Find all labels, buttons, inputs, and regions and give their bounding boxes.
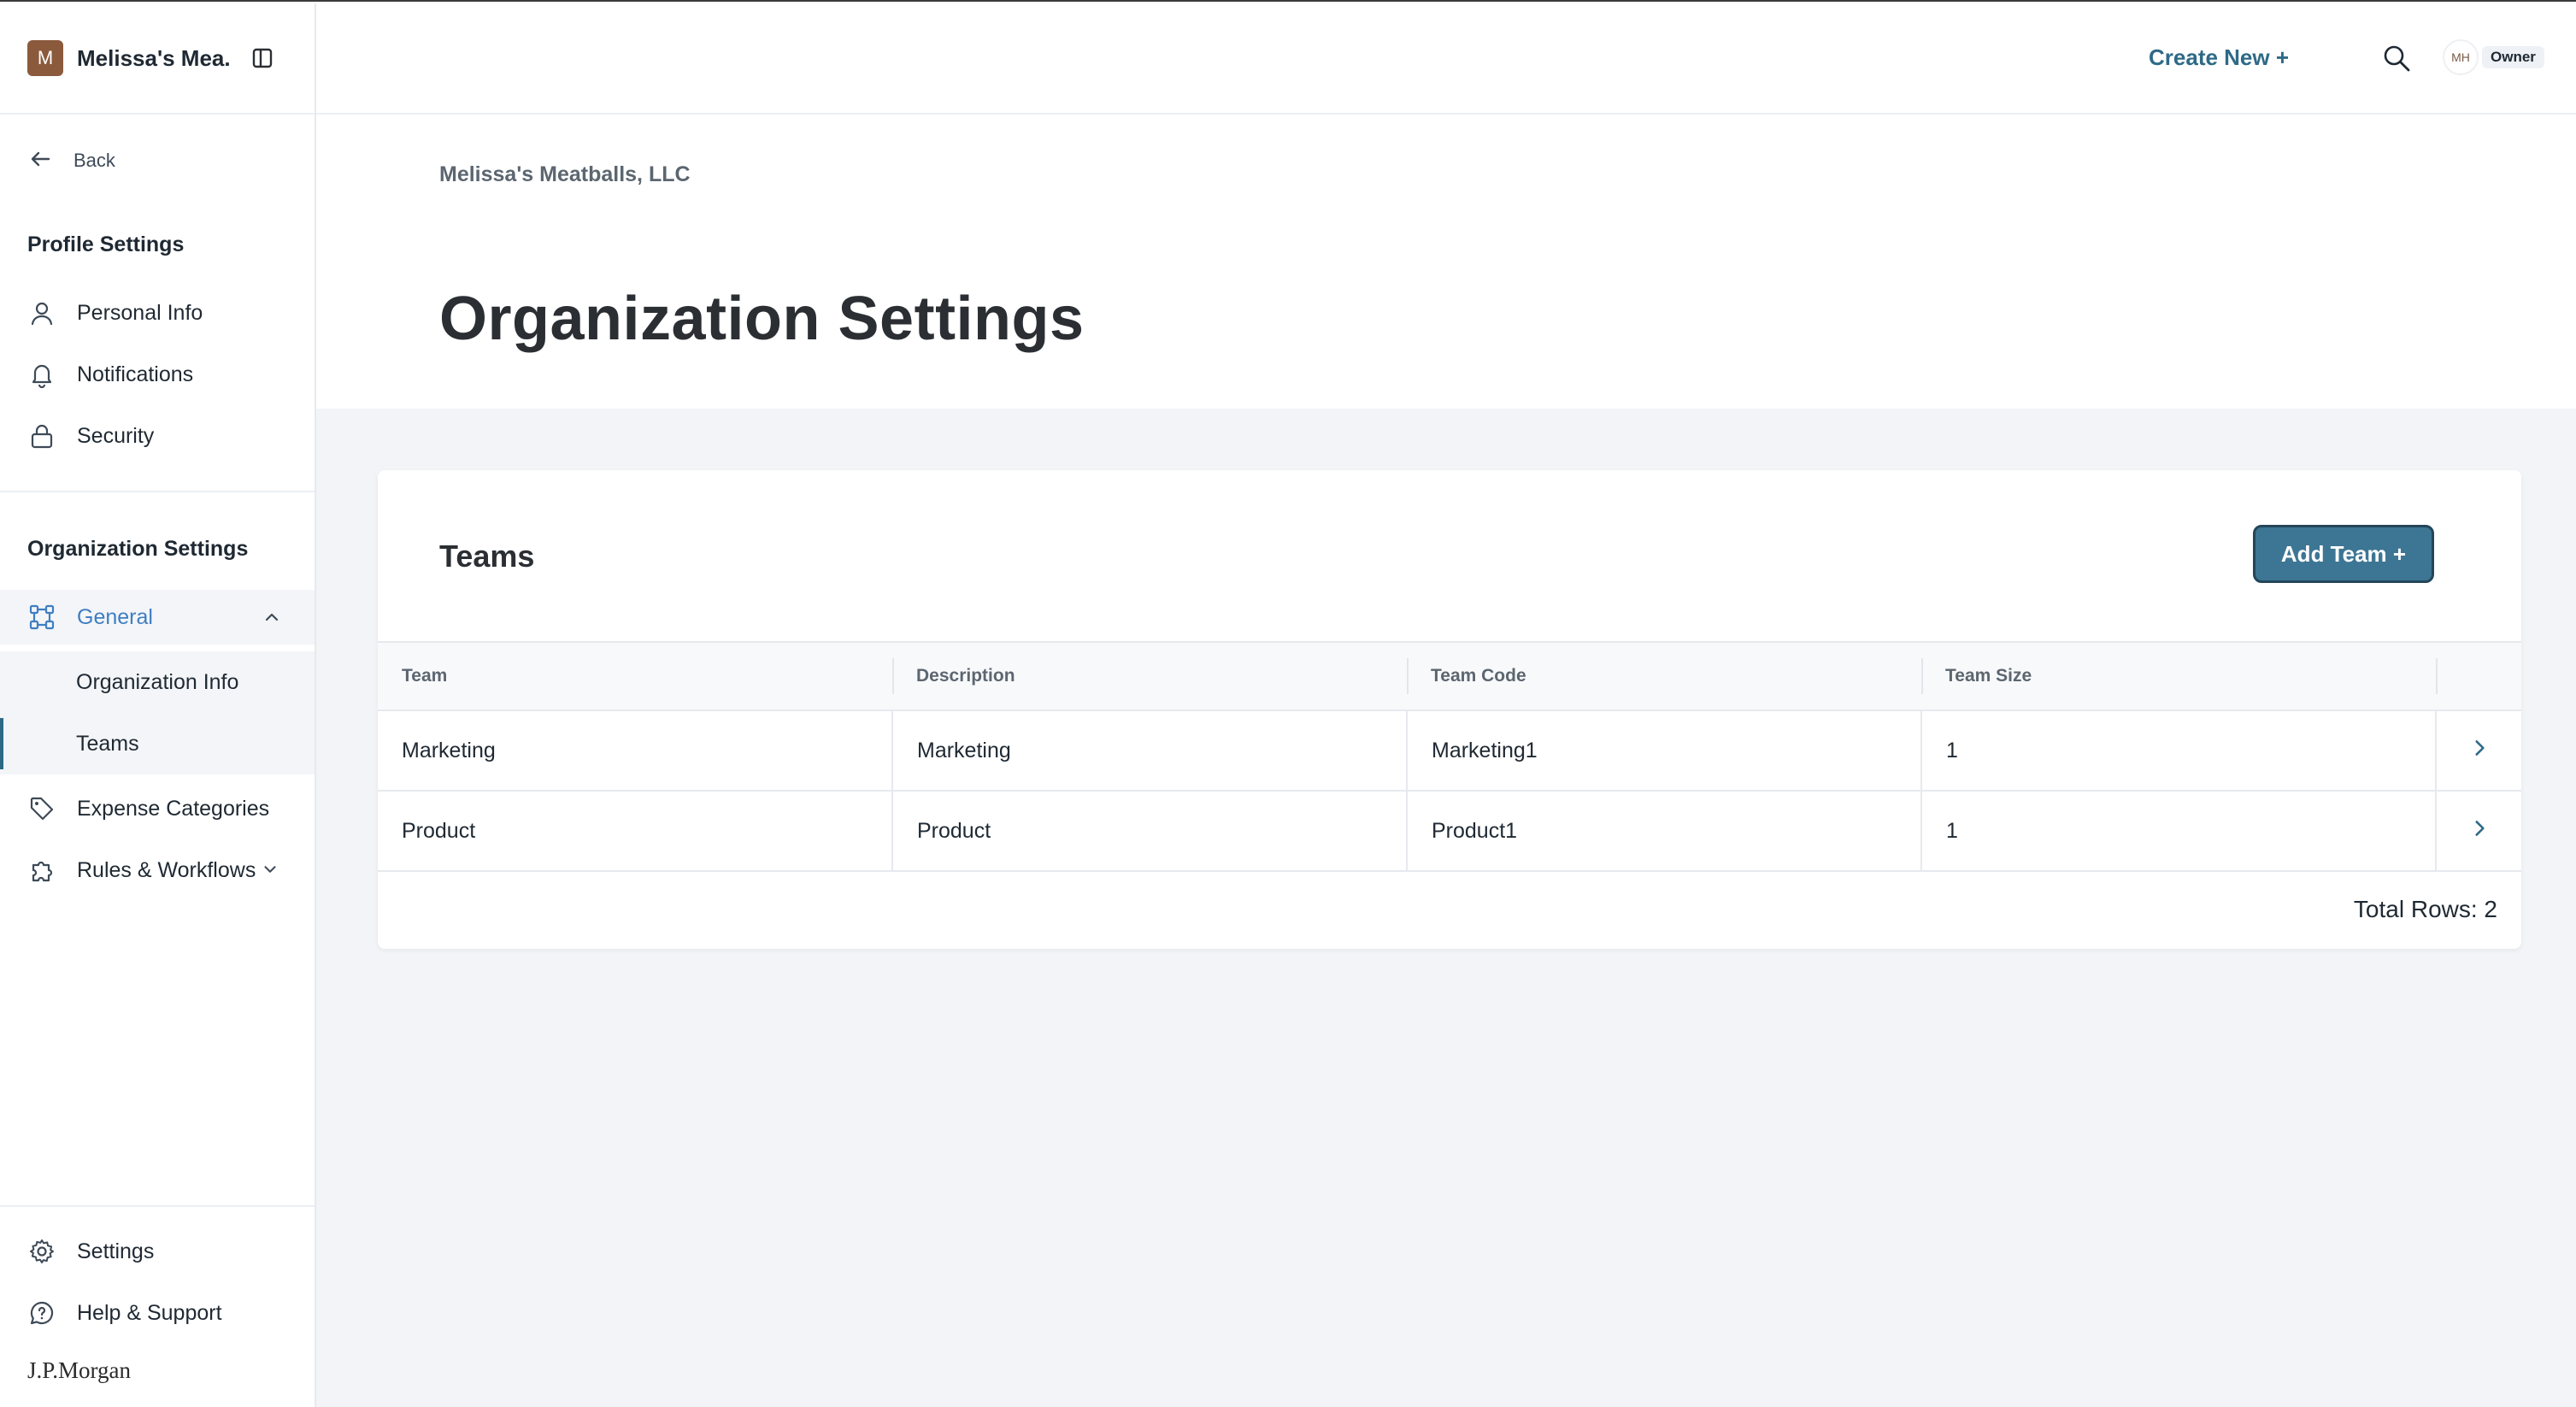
cell-description: Product: [891, 791, 1407, 872]
arrow-left-icon: [27, 146, 53, 176]
gear-icon: [27, 1237, 56, 1266]
cell-team: Product: [378, 791, 892, 872]
create-new-button[interactable]: Create New +: [2149, 44, 2289, 71]
sidebar-item-settings[interactable]: Settings: [0, 1224, 315, 1279]
tag-icon: [27, 794, 56, 823]
add-team-button[interactable]: Add Team +: [2253, 525, 2434, 583]
sidebar-item-general[interactable]: General: [0, 590, 315, 645]
sidebar-item-label: Rules & Workflows: [77, 857, 256, 882]
total-rows-count: Total Rows: 2: [2353, 896, 2497, 922]
role-badge: Owner: [2482, 46, 2544, 68]
chevron-up-icon[interactable]: [262, 607, 282, 632]
org-chart-icon: [27, 603, 56, 632]
table-header-row: Team Description Team Code Team Size: [378, 641, 2521, 711]
sidebar-item-help-support[interactable]: Help & Support: [0, 1286, 315, 1340]
row-open-button[interactable]: [2435, 791, 2521, 872]
main-content: Teams Add Team + Team Description Team C…: [316, 409, 2576, 1407]
back-link[interactable]: Back: [27, 144, 115, 178]
help-chat-icon: [27, 1298, 56, 1328]
sidebar: M Melissa's Mea... Back Profile Settings…: [0, 3, 316, 1407]
breadcrumb: Melissa's Meatballs, LLC: [439, 162, 691, 186]
teams-table: Team Description Team Code Team Size Mar…: [378, 641, 2521, 872]
chevron-right-icon: [2468, 739, 2491, 764]
sidebar-item-rules-workflows[interactable]: Rules & Workflows: [0, 843, 315, 898]
column-header-description[interactable]: Description: [892, 641, 1407, 711]
organization-settings-heading: Organization Settings: [27, 537, 249, 561]
column-header-team-code[interactable]: Team Code: [1407, 641, 1921, 711]
sidebar-item-label: Security: [77, 423, 155, 448]
sidebar-item-label: Settings: [77, 1239, 155, 1263]
column-header-team-size[interactable]: Team Size: [1921, 641, 2436, 711]
org-avatar: M: [27, 40, 63, 76]
page-header: Melissa's Meatballs, LLC Organization Se…: [316, 115, 2576, 409]
sidebar-item-notifications[interactable]: Notifications: [0, 347, 315, 402]
chevron-right-icon: [2468, 820, 2491, 845]
table-row[interactable]: Marketing Marketing Marketing1 1: [378, 710, 2521, 792]
avatar[interactable]: MH: [2443, 39, 2479, 75]
cell-team-code: Marketing1: [1406, 710, 1921, 792]
table-row[interactable]: Product Product Product1 1: [378, 791, 2521, 872]
back-label: Back: [74, 150, 115, 171]
chevron-down-icon[interactable]: [261, 860, 279, 883]
sidebar-item-label: Notifications: [77, 362, 194, 386]
sidebar-item-label: Teams: [76, 731, 139, 756]
sidebar-item-security[interactable]: Security: [0, 409, 315, 463]
top-bar: Create New + MH Owner: [316, 3, 2576, 115]
sidebar-item-expense-categories[interactable]: Expense Categories: [0, 781, 315, 836]
cell-team: Marketing: [378, 710, 892, 792]
lock-icon: [27, 421, 56, 450]
sidebar-item-label: Help & Support: [77, 1300, 222, 1325]
org-switcher[interactable]: M Melissa's Mea...: [0, 3, 315, 115]
sidebar-item-label: Personal Info: [77, 300, 203, 325]
search-icon[interactable]: [2379, 41, 2414, 75]
sidebar-divider: [0, 1205, 315, 1207]
sidebar-item-organization-info[interactable]: Organization Info: [0, 651, 315, 713]
sidebar-divider: [0, 491, 315, 492]
sidebar-item-teams[interactable]: Teams: [0, 713, 315, 774]
sidebar-item-label: Expense Categories: [77, 796, 270, 821]
column-header-team[interactable]: Team: [378, 641, 892, 711]
bell-icon: [27, 360, 56, 389]
sidebar-toggle-icon[interactable]: [250, 45, 275, 71]
sidebar-item-personal-info[interactable]: Personal Info: [0, 286, 315, 340]
user-icon: [27, 298, 56, 327]
cell-team-size: 1: [1920, 791, 2436, 872]
org-name: Melissa's Mea...: [77, 44, 231, 71]
profile-settings-heading: Profile Settings: [27, 233, 185, 256]
cell-team-size: 1: [1920, 710, 2436, 792]
sidebar-item-label: Organization Info: [76, 669, 239, 694]
puzzle-icon: [27, 856, 56, 885]
cell-team-code: Product1: [1406, 791, 1921, 872]
card-title: Teams: [439, 539, 535, 574]
row-open-button[interactable]: [2435, 710, 2521, 792]
jpmorgan-logo: J.P.Morgan: [27, 1357, 132, 1383]
sidebar-item-label: General: [77, 604, 153, 629]
page-title: Organization Settings: [439, 285, 1085, 353]
column-header-actions: [2436, 641, 2521, 711]
teams-card: Teams Add Team + Team Description Team C…: [378, 470, 2521, 949]
cell-description: Marketing: [891, 710, 1407, 792]
